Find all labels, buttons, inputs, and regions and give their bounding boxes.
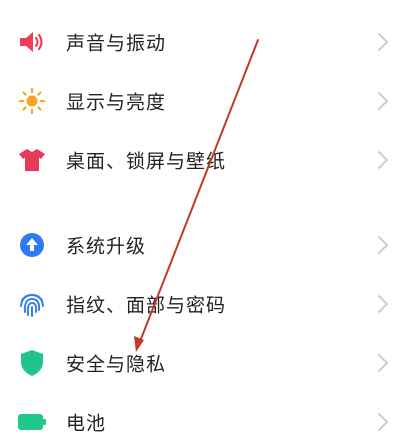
- chevron-right-icon: [378, 32, 389, 51]
- tshirt-icon: [17, 145, 47, 175]
- battery-icon: [17, 407, 47, 437]
- chevron-right-icon: [378, 412, 389, 431]
- fingerprint-icon: [17, 289, 47, 319]
- upgrade-arrow-icon: [17, 230, 47, 260]
- settings-item-wallpaper[interactable]: 桌面、锁屏与壁纸: [0, 130, 400, 189]
- settings-item-label: 声音与振动: [66, 32, 167, 54]
- speaker-icon: [17, 27, 47, 57]
- settings-item-label: 指纹、面部与密码: [66, 294, 227, 316]
- chevron-right-icon: [378, 294, 389, 313]
- chevron-right-icon: [378, 150, 389, 169]
- settings-item-display[interactable]: 显示与亮度: [0, 71, 400, 130]
- settings-item-sound[interactable]: 声音与振动: [0, 12, 400, 71]
- settings-item-label: 显示与亮度: [66, 91, 167, 113]
- settings-item-label: 安全与隐私: [66, 353, 167, 375]
- settings-item-system-upgrade[interactable]: 系统升级: [0, 215, 400, 274]
- settings-group-system: 系统升级 指纹、面部与密码 安全与隐私 电池: [0, 215, 400, 441]
- chevron-right-icon: [378, 91, 389, 110]
- chevron-right-icon: [378, 353, 389, 372]
- settings-item-battery[interactable]: 电池: [0, 392, 400, 441]
- sun-icon: [17, 86, 47, 116]
- settings-item-security[interactable]: 安全与隐私: [0, 333, 400, 392]
- settings-group-display: 声音与振动 显示与亮度 桌面、锁屏与壁纸: [0, 0, 400, 177]
- shield-icon: [17, 348, 47, 378]
- settings-item-label: 电池: [66, 412, 107, 434]
- settings-screen: 声音与振动 显示与亮度 桌面、锁屏与壁纸 系统升级 指纹、面部与密码 安全与隐私…: [0, 0, 400, 441]
- settings-item-fingerprint[interactable]: 指纹、面部与密码: [0, 274, 400, 333]
- chevron-right-icon: [378, 235, 389, 254]
- settings-item-label: 桌面、锁屏与壁纸: [66, 150, 227, 172]
- settings-item-label: 系统升级: [66, 235, 147, 257]
